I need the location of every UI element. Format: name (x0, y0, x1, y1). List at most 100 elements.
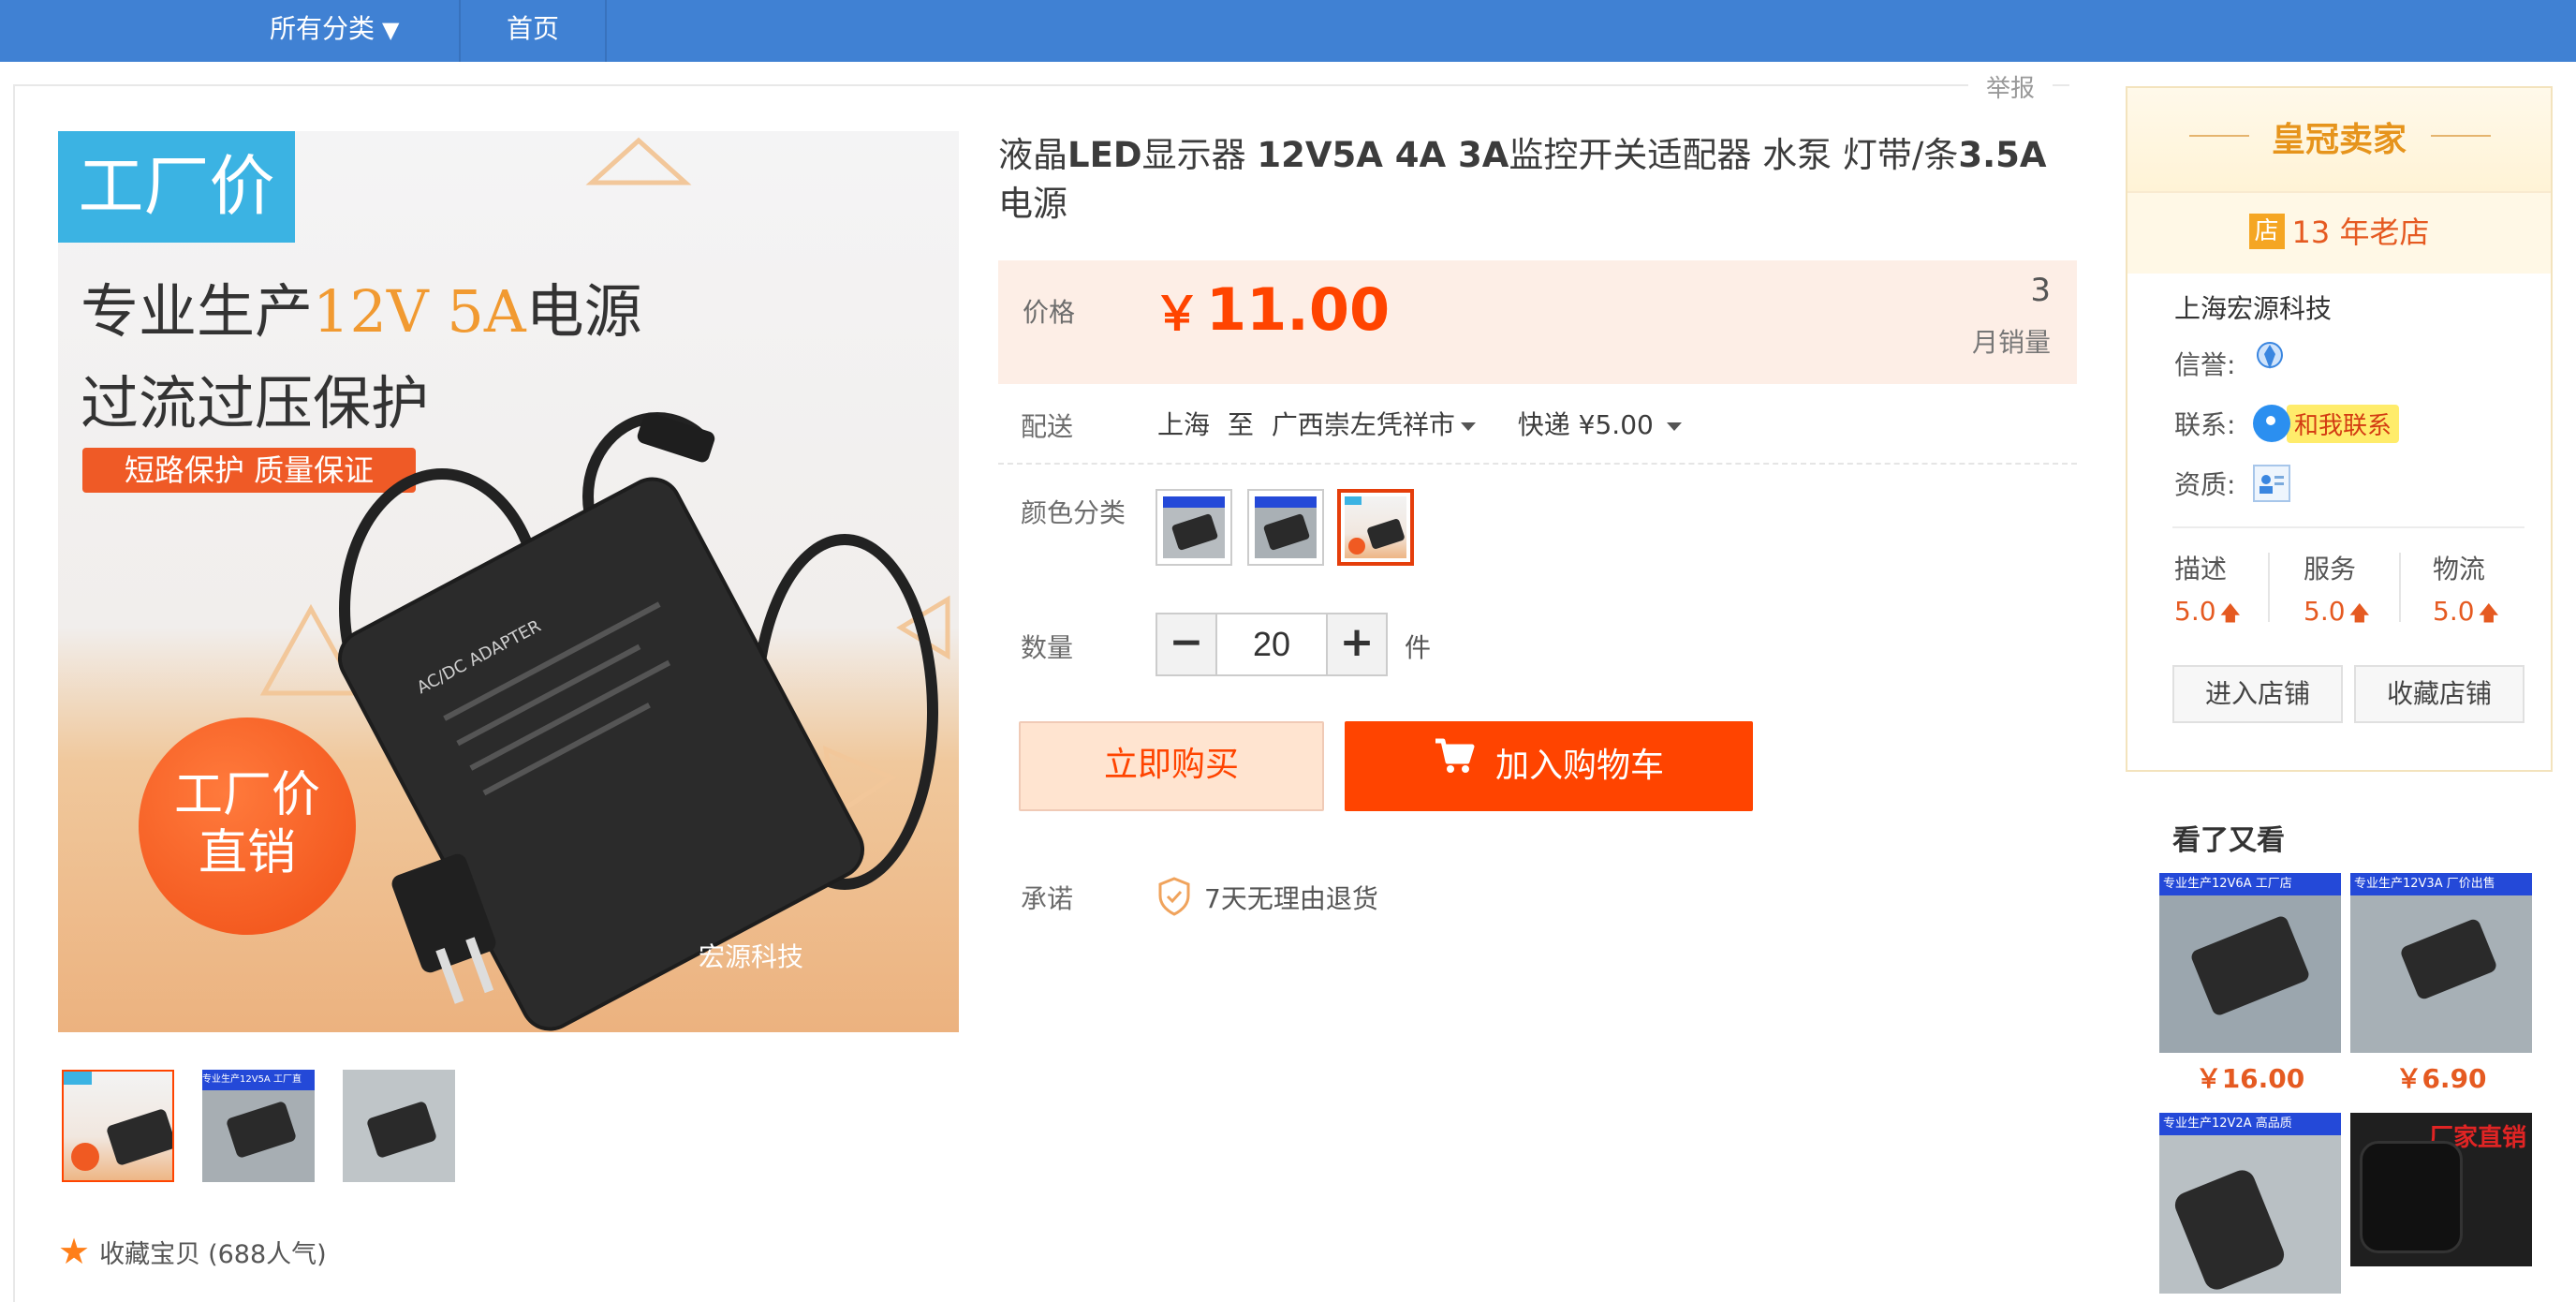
product-thumbnail-1[interactable] (62, 1070, 174, 1182)
score-label: 描述 (2174, 554, 2228, 584)
promise-label: 承诺 (1021, 883, 1074, 914)
thumb-badge (64, 1072, 92, 1085)
factory-direct-circle: 工厂价 直销 (139, 718, 356, 935)
recommended-item-1[interactable]: 专业生产12V6A 工厂店 (2159, 873, 2341, 1053)
dashed-divider (998, 463, 2077, 465)
score-service: 服务 5.0 🡅 (2304, 549, 2421, 633)
image-protection-tag: 短路保护 质量保证 (82, 448, 416, 493)
product-thumbnail-2[interactable]: 专业生产12V5A 工厂直 (202, 1070, 315, 1182)
price-value: ￥11.00 (1154, 275, 1390, 344)
id-card-icon[interactable] (2253, 465, 2290, 502)
title-text: 监控开关适配器 水泵 灯带/条 (1509, 135, 1959, 175)
plug-prong (435, 947, 464, 1004)
swatch-image (1255, 496, 1317, 558)
quantity-unit: 件 (1405, 632, 1432, 663)
score-label: 物流 (2433, 554, 2486, 584)
score-number: 5.0 (2174, 596, 2216, 627)
seller-level-title: 皇冠卖家 (2271, 121, 2407, 159)
factory-price-badge: 工厂价 (58, 131, 295, 243)
arrow-up-icon: 🡅 (2478, 602, 2500, 626)
image-headline-text: 电源 (525, 277, 642, 346)
cart-icon (1434, 719, 1475, 809)
rec-adapter (2171, 1166, 2289, 1294)
arrow-up-icon: 🡅 (2348, 602, 2371, 626)
color-swatch-3[interactable] (1337, 489, 1414, 566)
star-icon: ★ (58, 1231, 91, 1272)
swatch-adapter (1366, 518, 1406, 550)
image-headline-text: 专业生产 (81, 277, 314, 346)
credit-label: 信誉: (2174, 349, 2236, 380)
quantity-input[interactable] (1219, 614, 1324, 674)
swatch-adapter (1170, 512, 1219, 552)
contact-seller-button[interactable]: 和我联系 (2253, 404, 2400, 443)
color-swatch-2[interactable] (1247, 489, 1324, 566)
arrow-up-icon: 🡅 (2219, 602, 2242, 626)
shop-icon: 店 (2248, 214, 2285, 249)
recommended-price-1[interactable]: ￥16.00 (2159, 1058, 2341, 1096)
swatch-image (1345, 496, 1406, 558)
title-text-bold: 3.5A (1958, 135, 2047, 175)
swatch-strip (1163, 496, 1225, 508)
favorite-item-row[interactable]: ★ 收藏宝贝 (688人气) (58, 1231, 327, 1272)
all-categories-menu[interactable]: 所有分类 ▼ (270, 0, 457, 62)
title-text-bold: LED (1067, 135, 1142, 175)
swatch-strip (1255, 496, 1317, 508)
circle-text: 工厂价 (173, 767, 320, 823)
shop-age: 13 年老店 (2291, 215, 2430, 250)
add-to-cart-label: 加入购物车 (1494, 747, 1664, 785)
score-label: 服务 (2304, 554, 2357, 584)
image-headline: 专业生产12V 5A电源 (81, 264, 642, 348)
score-value: 5.0 🡅 (2304, 596, 2421, 633)
ship-to-word: 至 (1227, 409, 1254, 440)
caret-down-icon: ▼ (382, 17, 400, 43)
all-categories-label: 所有分类 (270, 13, 375, 44)
favorite-label: 收藏宝贝 (99, 1239, 201, 1269)
adapter-text-line (469, 659, 671, 771)
buy-now-button[interactable]: 立即购买 (1019, 721, 1324, 811)
recommended-item-2[interactable]: 专业生产12V3A 厂价出售 (2350, 873, 2532, 1053)
triangle-deco-icon (585, 137, 692, 185)
shop-name[interactable]: 上海宏源科技 (2174, 289, 2332, 326)
score-description: 描述 5.0 🡅 (2174, 549, 2292, 633)
quantity-increase-button[interactable]: + (1326, 614, 1386, 674)
title-text: 电源 (998, 184, 1067, 224)
shipping-row: 上海 至 广西崇左凭祥市 快递 ¥5.00 (1157, 405, 1682, 442)
monthly-sales-label: 月销量 (1971, 327, 2051, 358)
add-to-cart-button[interactable]: 加入购物车 (1345, 721, 1753, 811)
favorite-shop-button[interactable]: 收藏店铺 (2354, 665, 2524, 723)
report-link[interactable]: 举报 (1968, 69, 2053, 104)
shipping-method-selector[interactable]: 快递 ¥5.00 (1518, 409, 1682, 440)
recommended-item-3[interactable]: 专业生产12V2A 高品质 (2159, 1113, 2341, 1294)
score-divider (2399, 553, 2401, 622)
wangwang-icon (2253, 405, 2290, 442)
price-amount: 11.00 (1206, 275, 1391, 344)
swatch-badge (1345, 496, 1362, 505)
thumb-strip-text: 专业生产12V5A 工厂直 (202, 1070, 315, 1090)
color-swatch-1[interactable] (1156, 489, 1232, 566)
rec-strip-text: 专业生产12V6A 工厂店 (2159, 873, 2341, 895)
product-thumbnail-3[interactable] (343, 1070, 455, 1182)
score-logistics: 物流 5.0 🡅 (2433, 549, 2551, 633)
rec-strip-text: 专业生产12V2A 高品质 (2159, 1113, 2341, 1135)
promise-text[interactable]: 7天无理由退货 (1204, 879, 1378, 916)
contact-label: 联系: (2174, 409, 2236, 440)
product-title: 液晶LED显示器 12V5A 4A 3A监控开关适配器 水泵 灯带/条3.5A 电… (998, 131, 2075, 229)
recommended-price-2[interactable]: ￥6.90 (2350, 1058, 2532, 1096)
decor-line (2431, 135, 2491, 137)
score-number: 5.0 (2433, 596, 2475, 627)
divider (2172, 526, 2524, 528)
nav-home-link[interactable]: 首页 (461, 0, 605, 62)
enter-shop-button[interactable]: 进入店铺 (2172, 665, 2343, 723)
also-viewed-title: 看了又看 (2172, 824, 2285, 857)
currency-symbol: ￥ (1154, 287, 1200, 341)
brand-watermark: 宏源科技 (699, 941, 804, 972)
swatch-circle (1348, 538, 1365, 555)
main-product-image[interactable]: 工厂价 专业生产12V 5A电源 过流过压保护 短路保护 质量保证 AC/DC … (58, 131, 959, 1032)
seller-level-header: 皇冠卖家 (2127, 88, 2551, 191)
quantity-decrease-button[interactable]: − (1157, 614, 1217, 674)
shield-check-icon (1157, 877, 1191, 920)
destination-selector[interactable]: 广西崇左凭祥市 (1272, 409, 1476, 440)
thumb-adapter (225, 1100, 298, 1160)
recommended-item-4[interactable]: 厂家直销 (2350, 1113, 2532, 1266)
credit-badge-icon[interactable] (2253, 341, 2287, 375)
